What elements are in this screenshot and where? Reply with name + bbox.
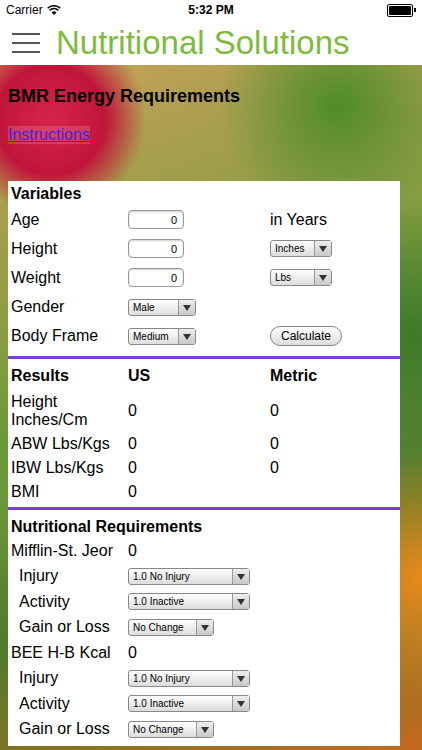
nutrition-label: Gain or Loss [11,720,128,738]
variable-row: Height0 Inches [11,234,395,263]
variable-row: Body FrameMedium Calculate [11,321,395,350]
app-title: Nutritional Solutions [56,24,350,62]
nutrition-row: Injury1.0 No Injury [11,666,395,692]
variable-row: Age0 in Years [11,205,395,234]
dropdown-arrow-icon [232,671,249,686]
calculator-panel: VariablesAge0in YearsHeight0InchesWeight… [8,181,400,746]
dropdown[interactable]: Male [128,299,196,316]
nutrition-value: 0 [128,542,395,560]
dropdown[interactable]: No Change [128,721,214,738]
variable-row: Weight0 Lbs [11,263,395,292]
wifi-icon [47,5,61,16]
results-cell: 0 [128,435,270,453]
results-cell: Height Inches/Cm [11,393,128,429]
results-cell: BMI [11,483,128,501]
variable-label: Height [11,240,128,258]
nutrition-label: Mifflin-St. Jeor [11,542,128,560]
instructions-link[interactable]: Instructions [8,126,90,144]
dropdown-arrow-icon [232,569,249,584]
number-input[interactable]: 0 [128,210,184,229]
variable-label: Age [11,211,128,229]
variable-label: Body Frame [11,327,128,345]
nutrition-label: Activity [11,593,128,611]
dropdown-arrow-icon [196,620,213,635]
variable-label: Gender [11,298,128,316]
content-area: BMR Energy Requirements Instructions Varia… [0,65,422,750]
results-cell: 0 [128,459,270,477]
nutrition-label: BEE H-B Kcal [11,644,128,662]
nutrition-value: 0 [128,644,395,662]
nutrition-label: Injury [11,669,128,687]
results-column-header: US [128,365,270,387]
dropdown[interactable]: 1.0 Inactive [128,593,250,610]
number-input[interactable]: 0 [128,268,184,287]
number-input[interactable]: 0 [128,239,184,258]
dropdown[interactable]: Medium [128,328,196,345]
dropdown[interactable]: 1.0 No Injury [128,670,250,687]
dropdown-arrow-icon [314,270,331,285]
nutrition-row: Activity1.0 Inactive [11,691,395,717]
results-column-header: Metric [270,365,395,387]
calculate-button[interactable]: Calculate [270,326,342,346]
dropdown[interactable]: 1.0 No Injury [128,568,250,585]
nutrition-heading: Nutritional Requirements [11,516,395,538]
hamburger-menu-icon[interactable] [12,32,42,54]
battery-icon [326,4,416,17]
variable-row: GenderMale [11,292,395,321]
app-header: Nutritional Solutions [0,20,422,65]
nutrition-row: BEE H-B Kcal0 [11,640,395,666]
divider [8,356,400,359]
nutrition-row: Mifflin-St. Jeor0 [11,538,395,564]
dropdown-arrow-icon [314,241,331,256]
unit-dropdown[interactable]: Inches [270,240,332,257]
clock: 5:32 PM [188,3,233,17]
results-cell: ABW Lbs/Kgs [11,435,128,453]
nutrition-row: Gain or LossNo Change [11,615,395,641]
results-cell: 0 [270,435,395,453]
dropdown-arrow-icon [178,329,195,344]
variables-heading: Variables [11,183,395,205]
nutrition-label: Injury [11,567,128,585]
nutrition-label: Gain or Loss [11,618,128,636]
nutrition-label: Activity [11,695,128,713]
divider [8,507,400,510]
dropdown-arrow-icon [178,300,195,315]
variable-label: Weight [11,269,128,287]
page-title: BMR Energy Requirements [8,85,400,107]
dropdown-arrow-icon [232,696,249,711]
results-cell: IBW Lbs/Kgs [11,459,128,477]
results-cell: 0 [270,402,395,420]
dropdown[interactable]: 1.0 Inactive [128,695,250,712]
results-table: ResultsUSMetricHeight Inches/Cm00ABW Lbs… [11,365,395,501]
nutrition-row: Injury1.0 No Injury [11,564,395,590]
unit-dropdown[interactable]: Lbs [270,269,332,286]
unit-label: in Years [270,211,327,229]
results-cell: 0 [128,483,395,501]
nutrition-row: Gain or LossNo Change [11,717,395,743]
nutrition-row: Activity1.0 Inactive [11,589,395,615]
results-cell: 0 [128,402,270,420]
dropdown-arrow-icon [232,594,249,609]
dropdown-arrow-icon [196,722,213,737]
results-cell: 0 [270,459,395,477]
carrier-label: Carrier [6,3,43,17]
app-screen: Carrier5:32 PMNutritional SolutionsBMR E… [0,0,422,750]
dropdown[interactable]: No Change [128,619,214,636]
results-column-header: Results [11,365,128,387]
status-bar: Carrier 5:32 PM [0,0,422,20]
